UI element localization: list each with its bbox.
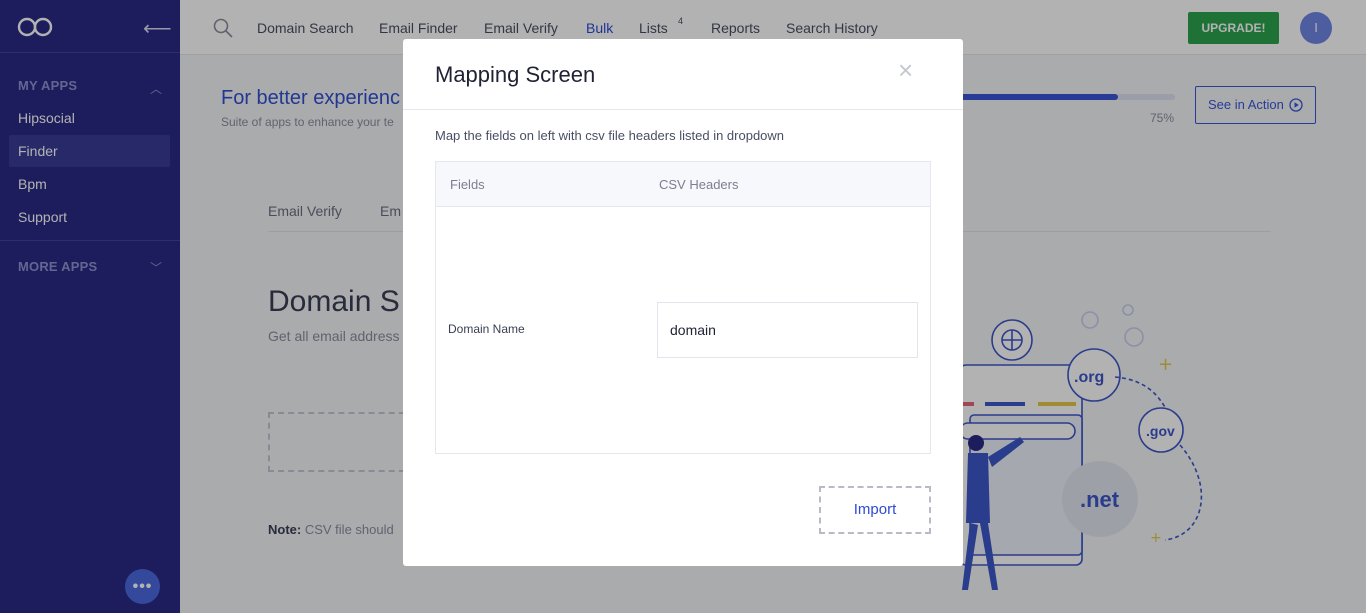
column-header-fields: Fields (450, 177, 485, 192)
modal-title: Mapping Screen (435, 62, 596, 87)
mapping-table: Fields CSV Headers Domain Name domain (435, 161, 931, 454)
import-button[interactable]: Import (819, 486, 931, 534)
modal-description: Map the fields on left with csv file hea… (435, 128, 785, 143)
close-icon[interactable]: × (898, 55, 913, 86)
modal-header: Mapping Screen × (403, 39, 963, 110)
csv-header-select[interactable]: domain (657, 302, 918, 358)
column-header-csv-headers: CSV Headers (659, 177, 739, 192)
mapping-table-header: Fields CSV Headers (436, 162, 930, 207)
mapping-modal: Mapping Screen × Map the fields on left … (403, 39, 963, 566)
field-label-domain-name: Domain Name (448, 322, 525, 336)
